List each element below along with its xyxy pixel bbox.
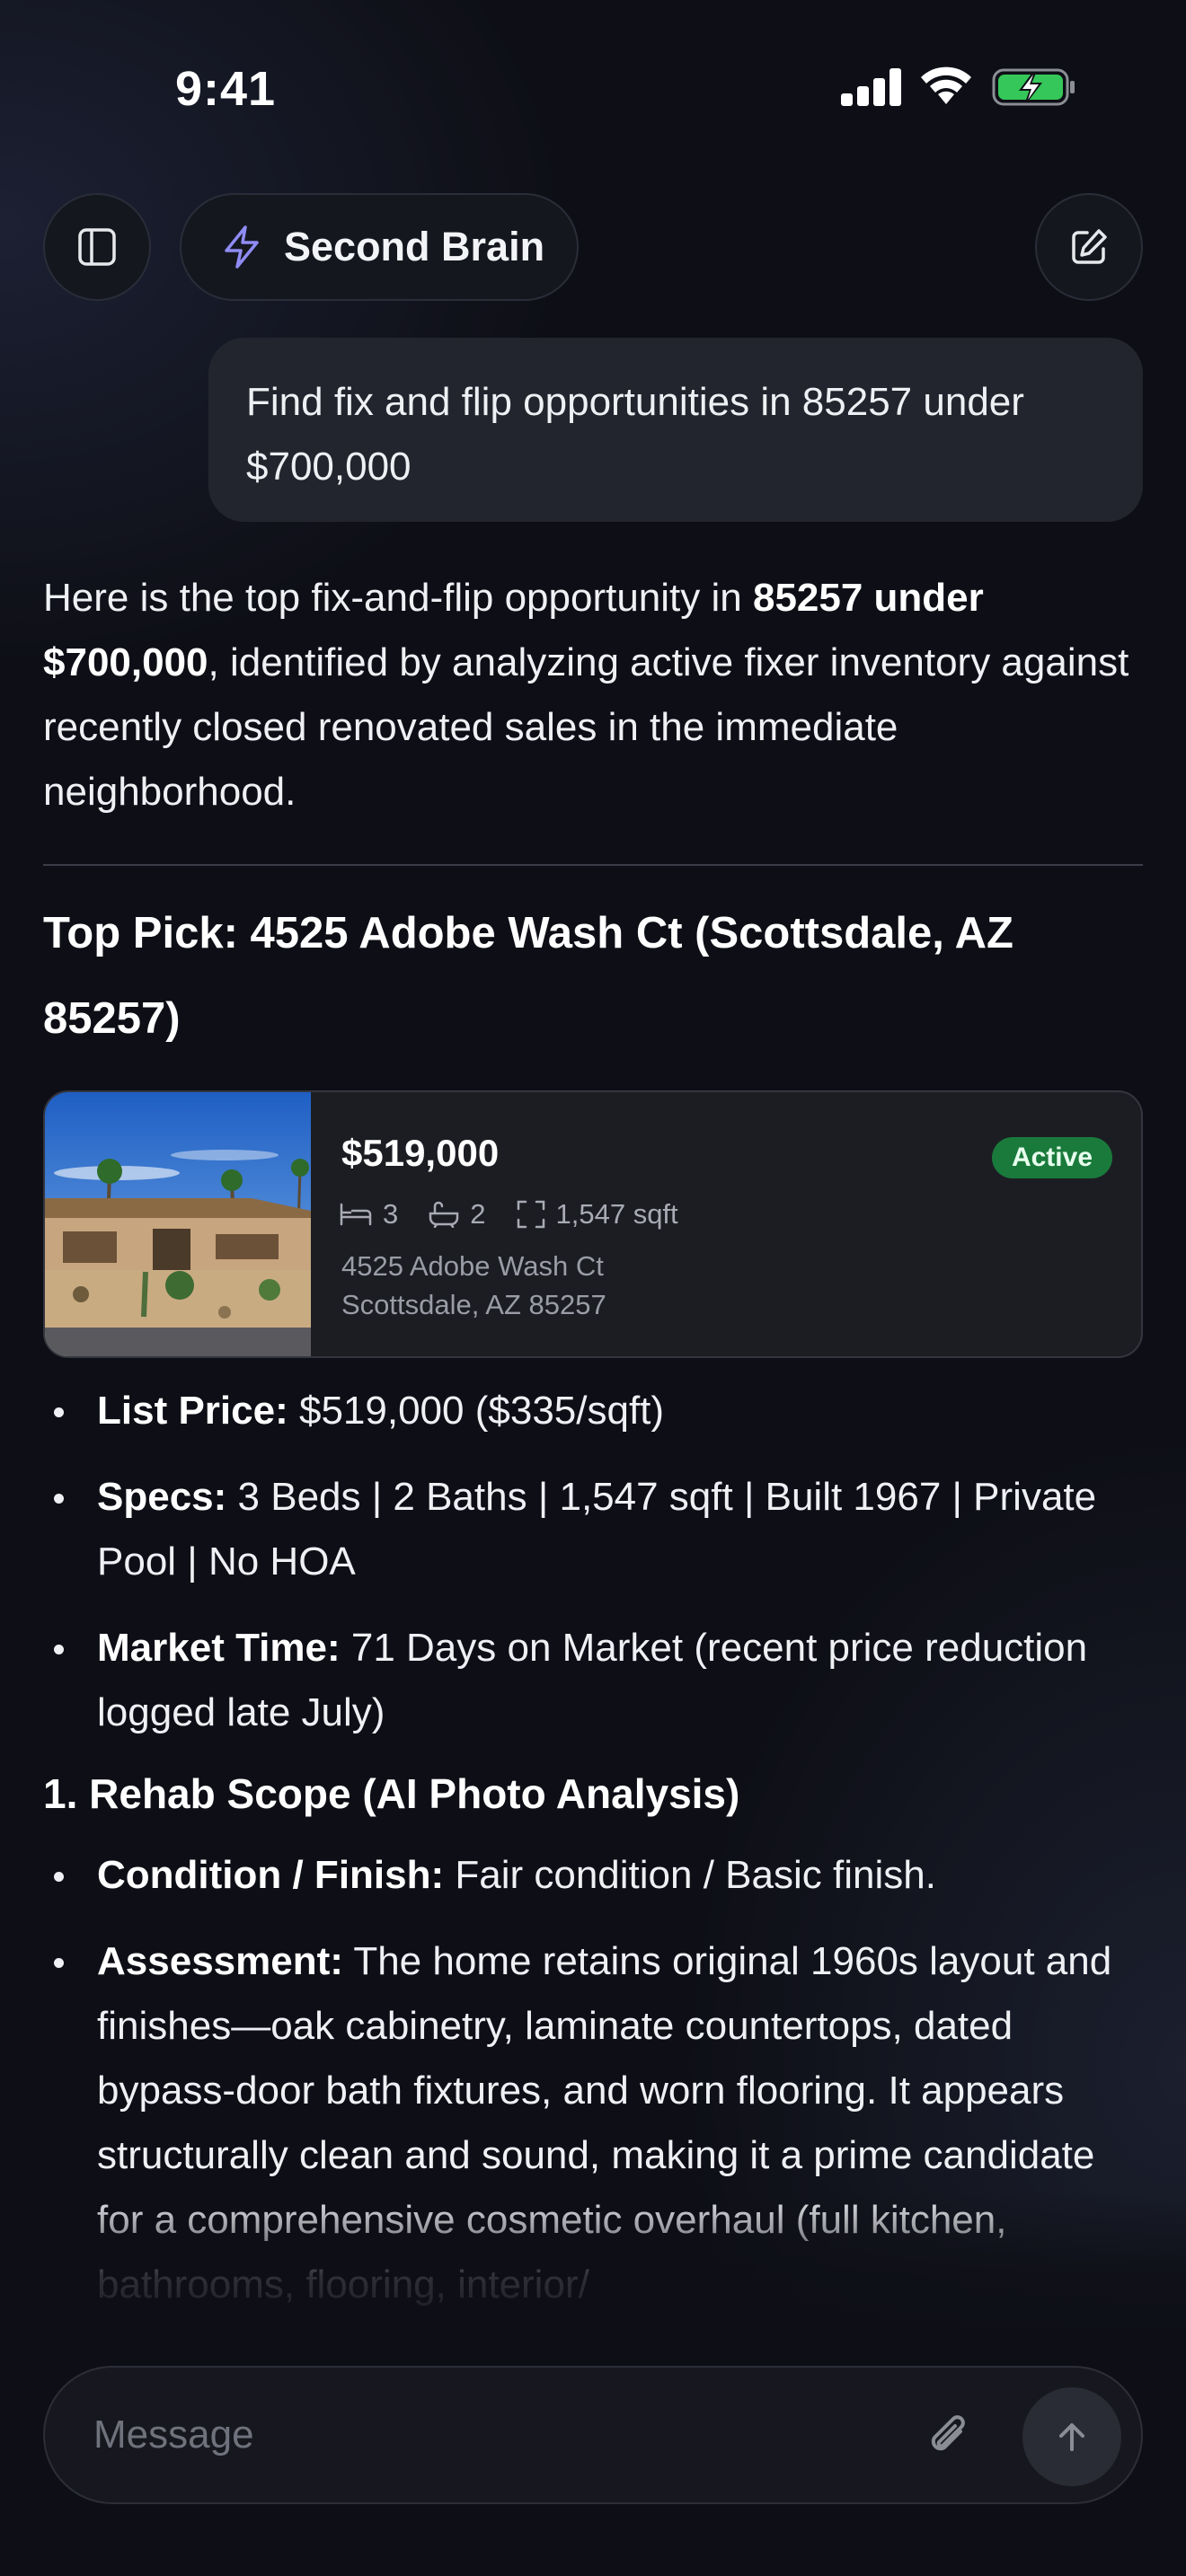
listing-details-list: List Price: $519,000 ($335/sqft) Specs: … xyxy=(43,1379,1143,1745)
compose-icon xyxy=(1072,229,1107,264)
assistant-message: Here is the top fix-and-flip opportunity… xyxy=(43,566,1143,1062)
bed-icon xyxy=(340,1203,372,1226)
list-item: Specs: 3 Beds | 2 Baths | 1,547 sqft | B… xyxy=(43,1465,1143,1594)
listing-specs: 3 2 1,547 sqft xyxy=(340,1198,709,1231)
top-pick-heading: Top Pick: 4525 Adobe Wash Ct (Scottsdale… xyxy=(43,909,1013,1043)
assistant-intro: Here is the top fix-and-flip opportunity… xyxy=(43,576,1129,814)
attach-button[interactable] xyxy=(915,2402,985,2472)
baths-spec: 2 xyxy=(429,1198,486,1231)
beds-spec: 3 xyxy=(340,1198,398,1231)
sidebar-toggle-button[interactable] xyxy=(43,193,151,301)
divider xyxy=(43,864,1143,866)
paperclip-icon xyxy=(931,2415,965,2451)
rehab-section-heading: 1. Rehab Scope (AI Photo Analysis) xyxy=(43,1770,740,1817)
arrow-up-icon xyxy=(1059,2423,1084,2451)
sqft-spec: 1,547 sqft xyxy=(517,1198,678,1231)
message-input[interactable]: Message xyxy=(93,2413,254,2457)
listing-address: 4525 Adobe Wash Ct Scottsdale, AZ 85257 xyxy=(341,1250,606,1320)
model-selector-button[interactable]: Second Brain xyxy=(180,193,579,301)
bath-icon xyxy=(429,1201,459,1228)
send-button[interactable] xyxy=(1022,2387,1121,2486)
list-item: Market Time: 71 Days on Market (recent p… xyxy=(43,1616,1143,1745)
cellular-signal-icon xyxy=(841,68,902,106)
property-photo xyxy=(45,1092,311,1356)
message-composer[interactable]: Message xyxy=(43,2366,1143,2504)
area-icon xyxy=(517,1200,544,1229)
battery-charging-icon xyxy=(992,68,1075,106)
sidebar-toggle-icon xyxy=(78,228,116,266)
listing-price: $519,000 xyxy=(341,1132,500,1174)
list-item: List Price: $519,000 ($335/sqft) xyxy=(43,1379,1143,1443)
property-listing-card[interactable]: $519,000 Active 3 2 1,547 sqft 4525 Adob… xyxy=(43,1090,1143,1358)
wifi-icon xyxy=(921,66,971,104)
status-time: 9:41 xyxy=(175,62,277,116)
brand-label: Second Brain xyxy=(284,224,545,269)
lightning-icon xyxy=(225,225,259,269)
user-message-bubble: Find fix and flip opportunities in 85257… xyxy=(208,338,1143,522)
status-badge: Active xyxy=(991,1137,1112,1178)
list-item: Condition / Finish: Fair condition / Bas… xyxy=(43,1843,1143,1908)
new-chat-button[interactable] xyxy=(1035,193,1143,301)
status-bar: 9:41 xyxy=(0,0,1186,171)
